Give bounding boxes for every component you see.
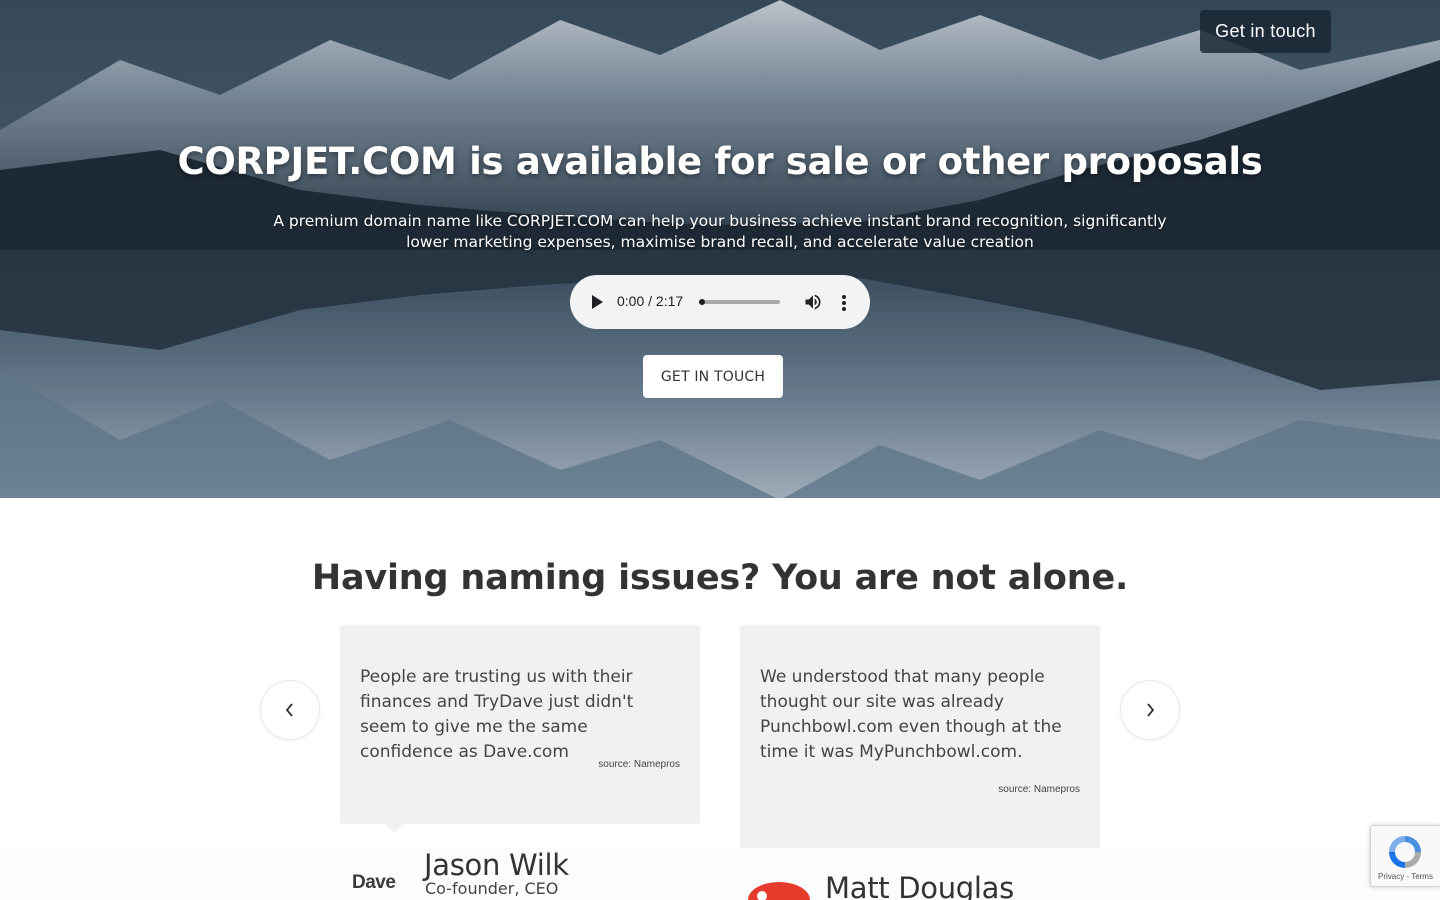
audio-progress-thumb[interactable] <box>699 299 705 305</box>
recaptcha-links[interactable]: Privacy - Terms <box>1378 872 1433 881</box>
testimonial-quote: People are trusting us with their financ… <box>360 667 634 762</box>
speech-tail <box>385 824 403 833</box>
testimonial-card: People are trusting us with their financ… <box>340 625 700 833</box>
testimonial-source: source: Namepros <box>598 759 680 770</box>
recaptcha-icon <box>1389 836 1421 868</box>
volume-icon[interactable] <box>803 292 823 312</box>
dave-logo: Dave <box>352 872 396 893</box>
testimonial-author-role: Co-founder, CEO <box>425 879 559 898</box>
testimonial-author-name: Matt Douglas <box>825 871 1014 900</box>
hero-title: CORPJET.COM is available for sale or oth… <box>177 140 1263 183</box>
testimonials-title: Having naming issues? You are not alone. <box>311 558 1129 598</box>
hero-subtitle: A premium domain name like CORPJET.COM c… <box>273 212 1167 251</box>
chevron-right-icon <box>1147 703 1155 717</box>
section-bottom-band <box>0 848 1440 900</box>
recaptcha-badge[interactable]: Privacy - Terms <box>1370 825 1440 887</box>
testimonial-card: We understood that many people thought o… <box>740 625 1100 858</box>
punchbowl-logo-icon <box>748 882 810 900</box>
carousel-prev-button[interactable] <box>260 680 320 740</box>
carousel-next-button[interactable] <box>1120 680 1180 740</box>
get-in-touch-hero-button[interactable]: GET IN TOUCH <box>643 355 783 398</box>
more-options-icon[interactable] <box>838 293 850 313</box>
audio-time: 0:00 / 2:17 <box>617 293 684 309</box>
get-in-touch-header-button[interactable]: Get in touch <box>1200 10 1331 53</box>
testimonial-source: source: Namepros <box>998 784 1080 795</box>
testimonial-quote: We understood that many people thought o… <box>760 667 1062 762</box>
play-icon[interactable] <box>592 295 603 309</box>
chevron-left-icon <box>285 703 293 717</box>
testimonial-author-name: Jason Wilk <box>424 848 569 882</box>
audio-player: 0:00 / 2:17 <box>570 275 870 329</box>
audio-progress-track[interactable] <box>699 300 780 304</box>
